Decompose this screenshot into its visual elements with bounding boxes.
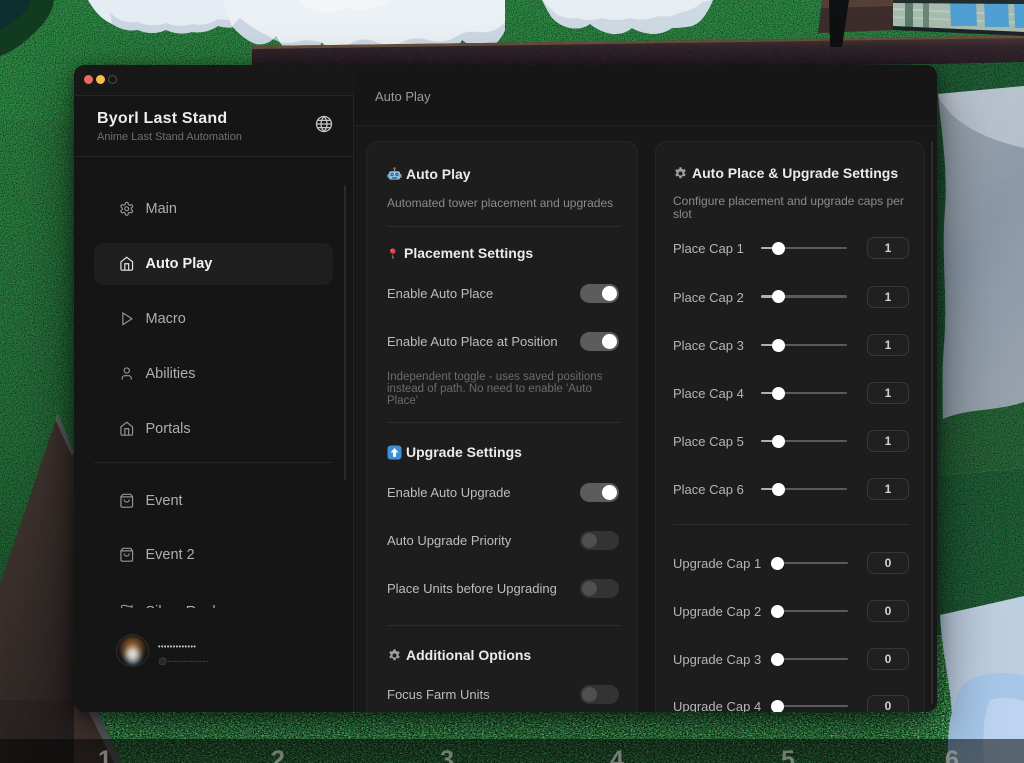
svg-text:3: 3	[440, 746, 454, 763]
svg-text:5: 5	[781, 746, 795, 763]
svg-text:4: 4	[610, 746, 624, 763]
svg-text:6: 6	[945, 746, 959, 763]
svg-text:2: 2	[271, 746, 285, 763]
svg-text:1: 1	[98, 746, 112, 763]
